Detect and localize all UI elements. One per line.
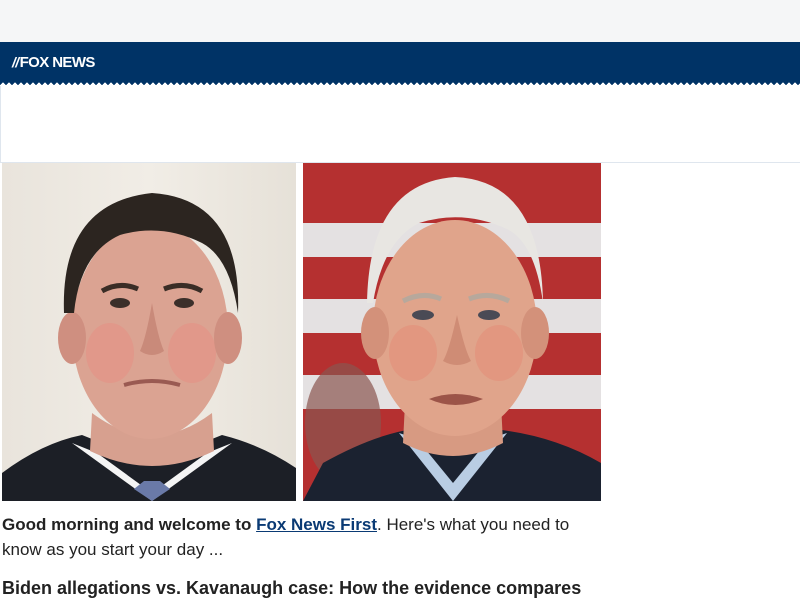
- story-headline[interactable]: Biden allegations vs. Kavanaugh case: Ho…: [2, 576, 642, 600]
- intro-greeting: Good morning and welcome to: [2, 515, 252, 534]
- kavanaugh-photo: [2, 163, 296, 501]
- fox-news-logo[interactable]: // FOX NEWS: [12, 53, 95, 71]
- top-bar: [0, 0, 800, 42]
- biden-portrait: [303, 177, 601, 501]
- kavanaugh-portrait: [2, 193, 296, 501]
- intro-paragraph: Good morning and welcome to Fox News Fir…: [2, 512, 602, 562]
- biden-photo: [303, 163, 601, 501]
- logo-mark: //: [12, 54, 19, 70]
- site-header: [0, 42, 800, 82]
- fox-news-first-link[interactable]: Fox News First: [256, 515, 377, 534]
- frame-left-border: [0, 86, 1, 162]
- logo-text: FOX NEWS: [19, 53, 96, 71]
